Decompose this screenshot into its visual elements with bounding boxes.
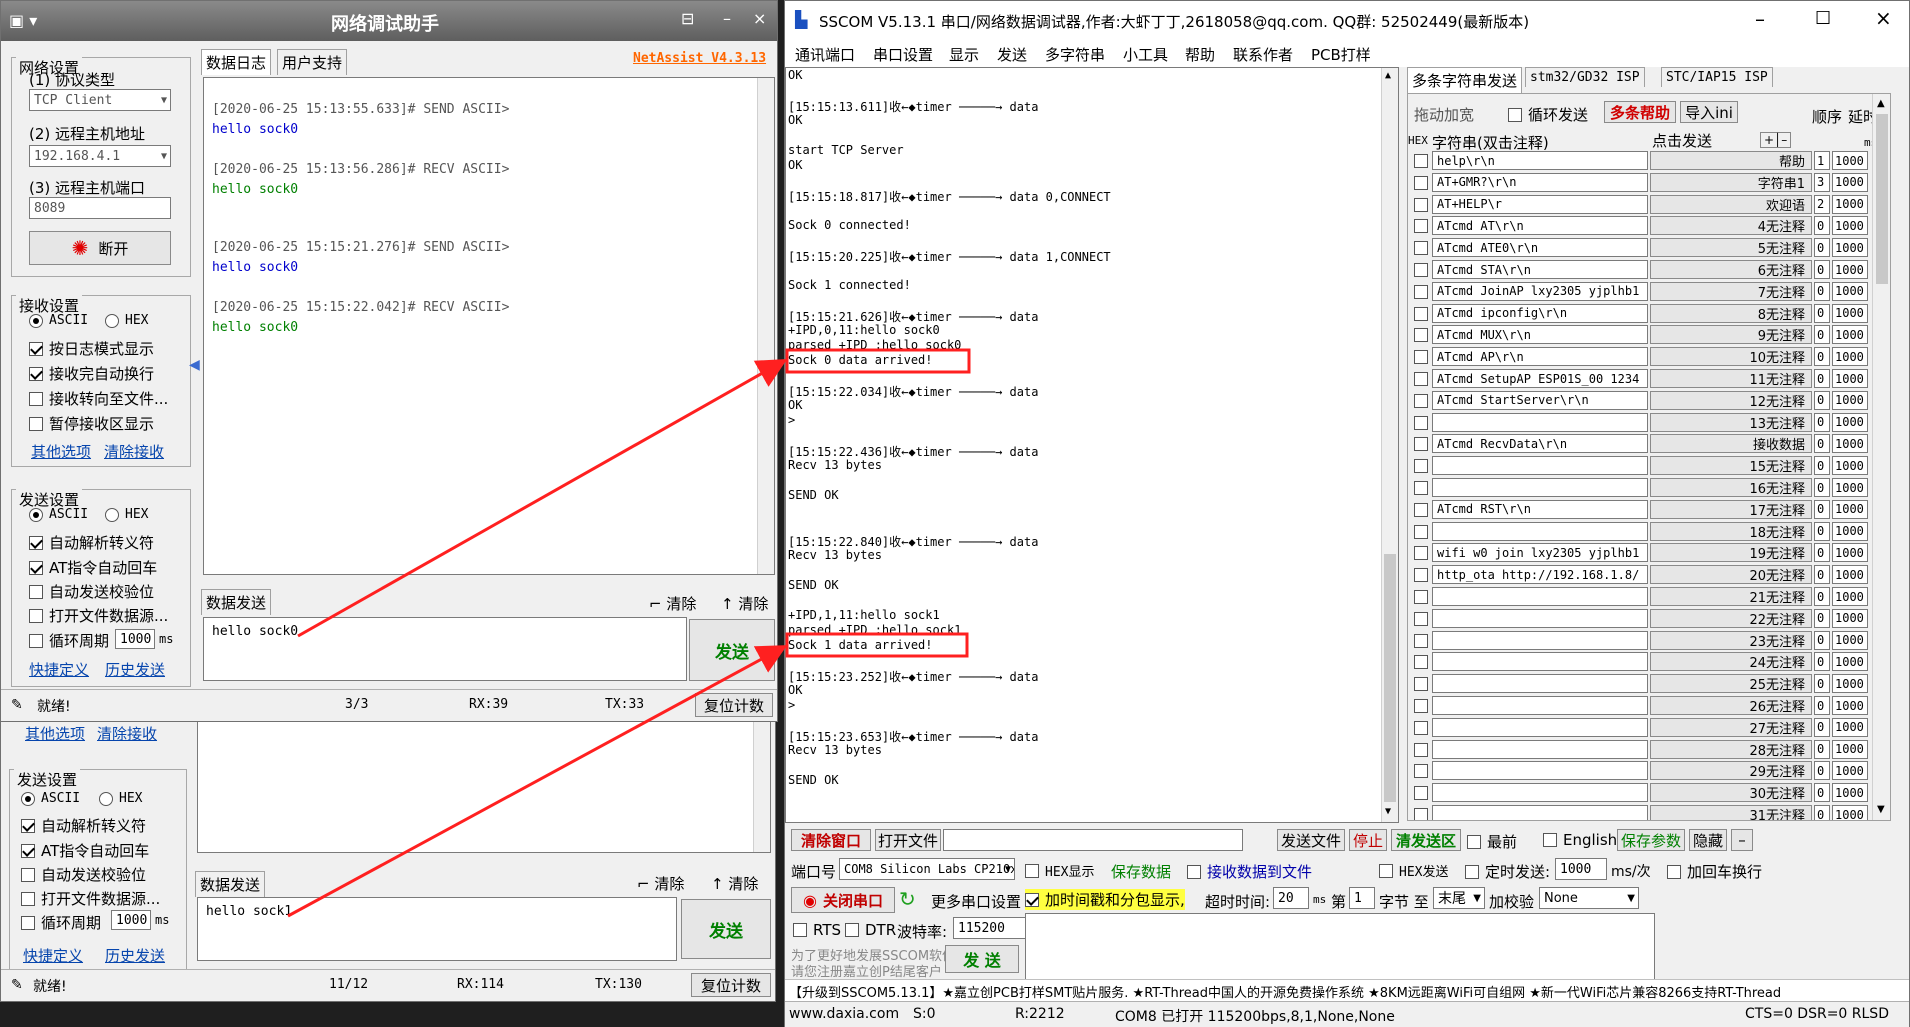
arrow-sock0	[297, 359, 788, 638]
highlight-box-sock0	[785, 348, 971, 374]
annotation-overlay	[287, 348, 971, 918]
arrow-sock1	[287, 645, 788, 918]
highlight-box-sock1	[785, 632, 969, 658]
